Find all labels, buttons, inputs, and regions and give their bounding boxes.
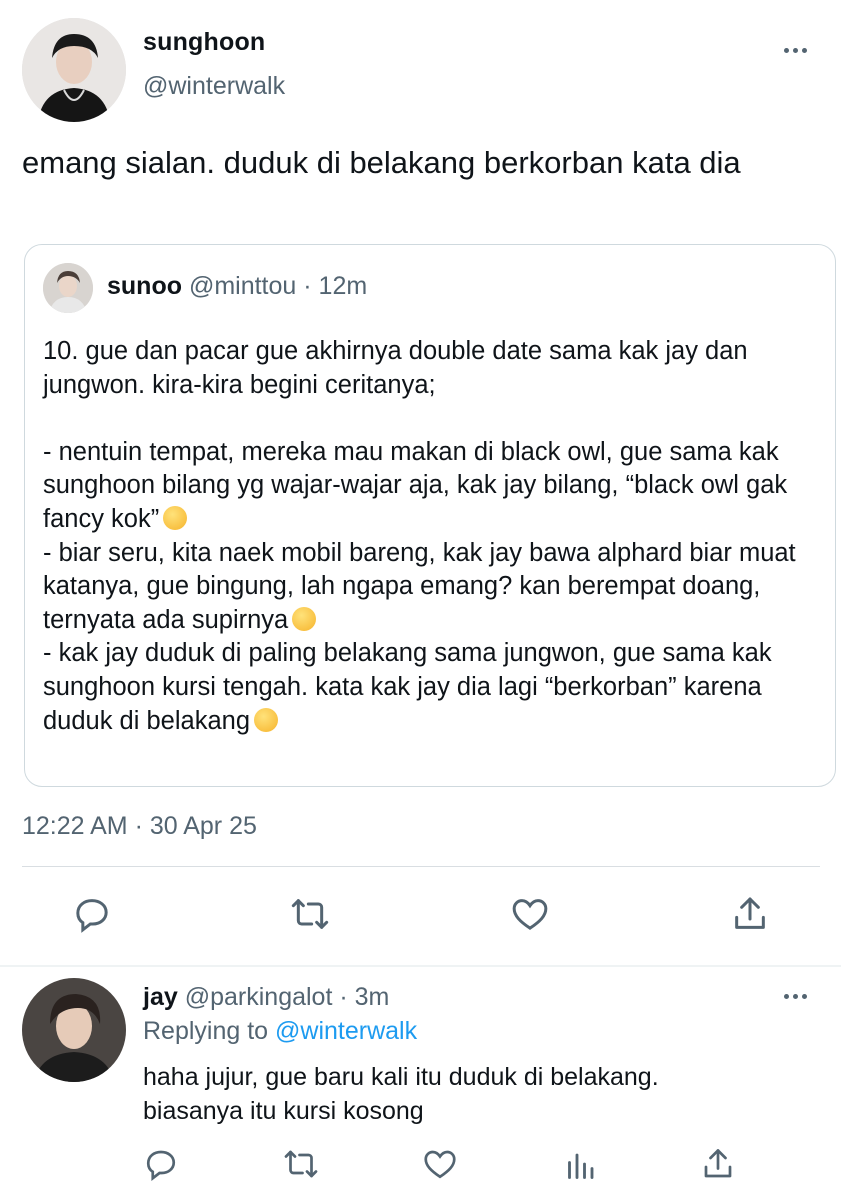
quoted-line-text: - kak jay duduk di paling belakang sama …: [43, 639, 772, 735]
divider: [22, 866, 820, 867]
reply-text: haha jujur, gue baru kali itu duduk di b…: [143, 1060, 803, 1128]
more-options-icon[interactable]: [784, 990, 814, 1002]
section-divider: [0, 965, 841, 967]
more-options-icon[interactable]: [784, 44, 814, 56]
replying-to-link[interactable]: @winterwalk: [275, 1017, 417, 1045]
quoted-line: - biar seru, kita naek mobil bareng, kak…: [43, 537, 823, 638]
share-icon[interactable]: [730, 894, 770, 934]
quoted-line-text: - nentuin tempat, mereka mau makan di bl…: [43, 437, 788, 533]
avatar-photo: [43, 263, 93, 313]
separator: ·: [332, 983, 355, 1011]
tweet-timestamp[interactable]: 12:22 AM · 30 Apr 25: [22, 812, 257, 841]
quoted-line: - nentuin tempat, mereka mau makan di bl…: [43, 436, 823, 537]
like-icon[interactable]: [422, 1146, 458, 1182]
tweet-text: emang sialan. duduk di belakang berkorba…: [22, 145, 741, 180]
avatar-photo: [22, 978, 126, 1082]
grinning-sweat-emoji-icon: [163, 505, 188, 530]
avatar[interactable]: [22, 18, 126, 122]
author-handle[interactable]: @winterwalk: [143, 72, 285, 101]
quoted-line-text: - biar seru, kita naek mobil bareng, kak…: [43, 538, 796, 634]
retweet-icon[interactable]: [283, 1146, 319, 1182]
quoted-author-name[interactable]: sunoo: [107, 272, 182, 300]
avatar[interactable]: [43, 263, 93, 313]
reply-header: jay @parkingalot · 3m: [143, 983, 389, 1012]
quoted-tweet-text: 10. gue dan pacar gue akhirnya double da…: [43, 335, 823, 738]
analytics-icon[interactable]: [562, 1146, 598, 1182]
quoted-tweet[interactable]: sunoo @minttou · 12m 10. gue dan pacar g…: [24, 244, 836, 787]
quoted-tweet-header: sunoo @minttou · 12m: [107, 272, 367, 301]
retweet-icon[interactable]: [290, 894, 330, 934]
reply-icon[interactable]: [143, 1146, 179, 1182]
avatar[interactable]: [22, 978, 126, 1082]
reply-text-line: haha jujur, gue baru kali itu duduk di b…: [143, 1063, 659, 1091]
reply-icon[interactable]: [72, 894, 112, 934]
reply-text-line: biasanya itu kursi kosong: [143, 1097, 424, 1125]
quoted-line: 10. gue dan pacar gue akhirnya double da…: [43, 337, 748, 399]
tweet-detail-page: sunghoon @winterwalk emang sialan. duduk…: [0, 0, 841, 1200]
quoted-author-handle[interactable]: @minttou: [189, 272, 296, 300]
share-icon[interactable]: [700, 1146, 736, 1182]
reply-time[interactable]: 3m: [355, 983, 390, 1011]
persevering-face-emoji-icon: [254, 707, 279, 732]
reply-author-name[interactable]: jay: [143, 983, 178, 1011]
separator: ·: [296, 272, 319, 300]
reply-author-handle[interactable]: @parkingalot: [185, 983, 333, 1011]
author-name[interactable]: sunghoon: [143, 28, 265, 57]
quoted-time[interactable]: 12m: [319, 272, 368, 300]
replying-prefix: Replying to: [143, 1017, 276, 1045]
like-icon[interactable]: [510, 894, 550, 934]
replying-to: Replying to @winterwalk: [143, 1017, 417, 1046]
downcast-sweat-emoji-icon: [292, 606, 317, 631]
quoted-line: - kak jay duduk di paling belakang sama …: [43, 637, 823, 738]
avatar-photo: [22, 18, 126, 122]
